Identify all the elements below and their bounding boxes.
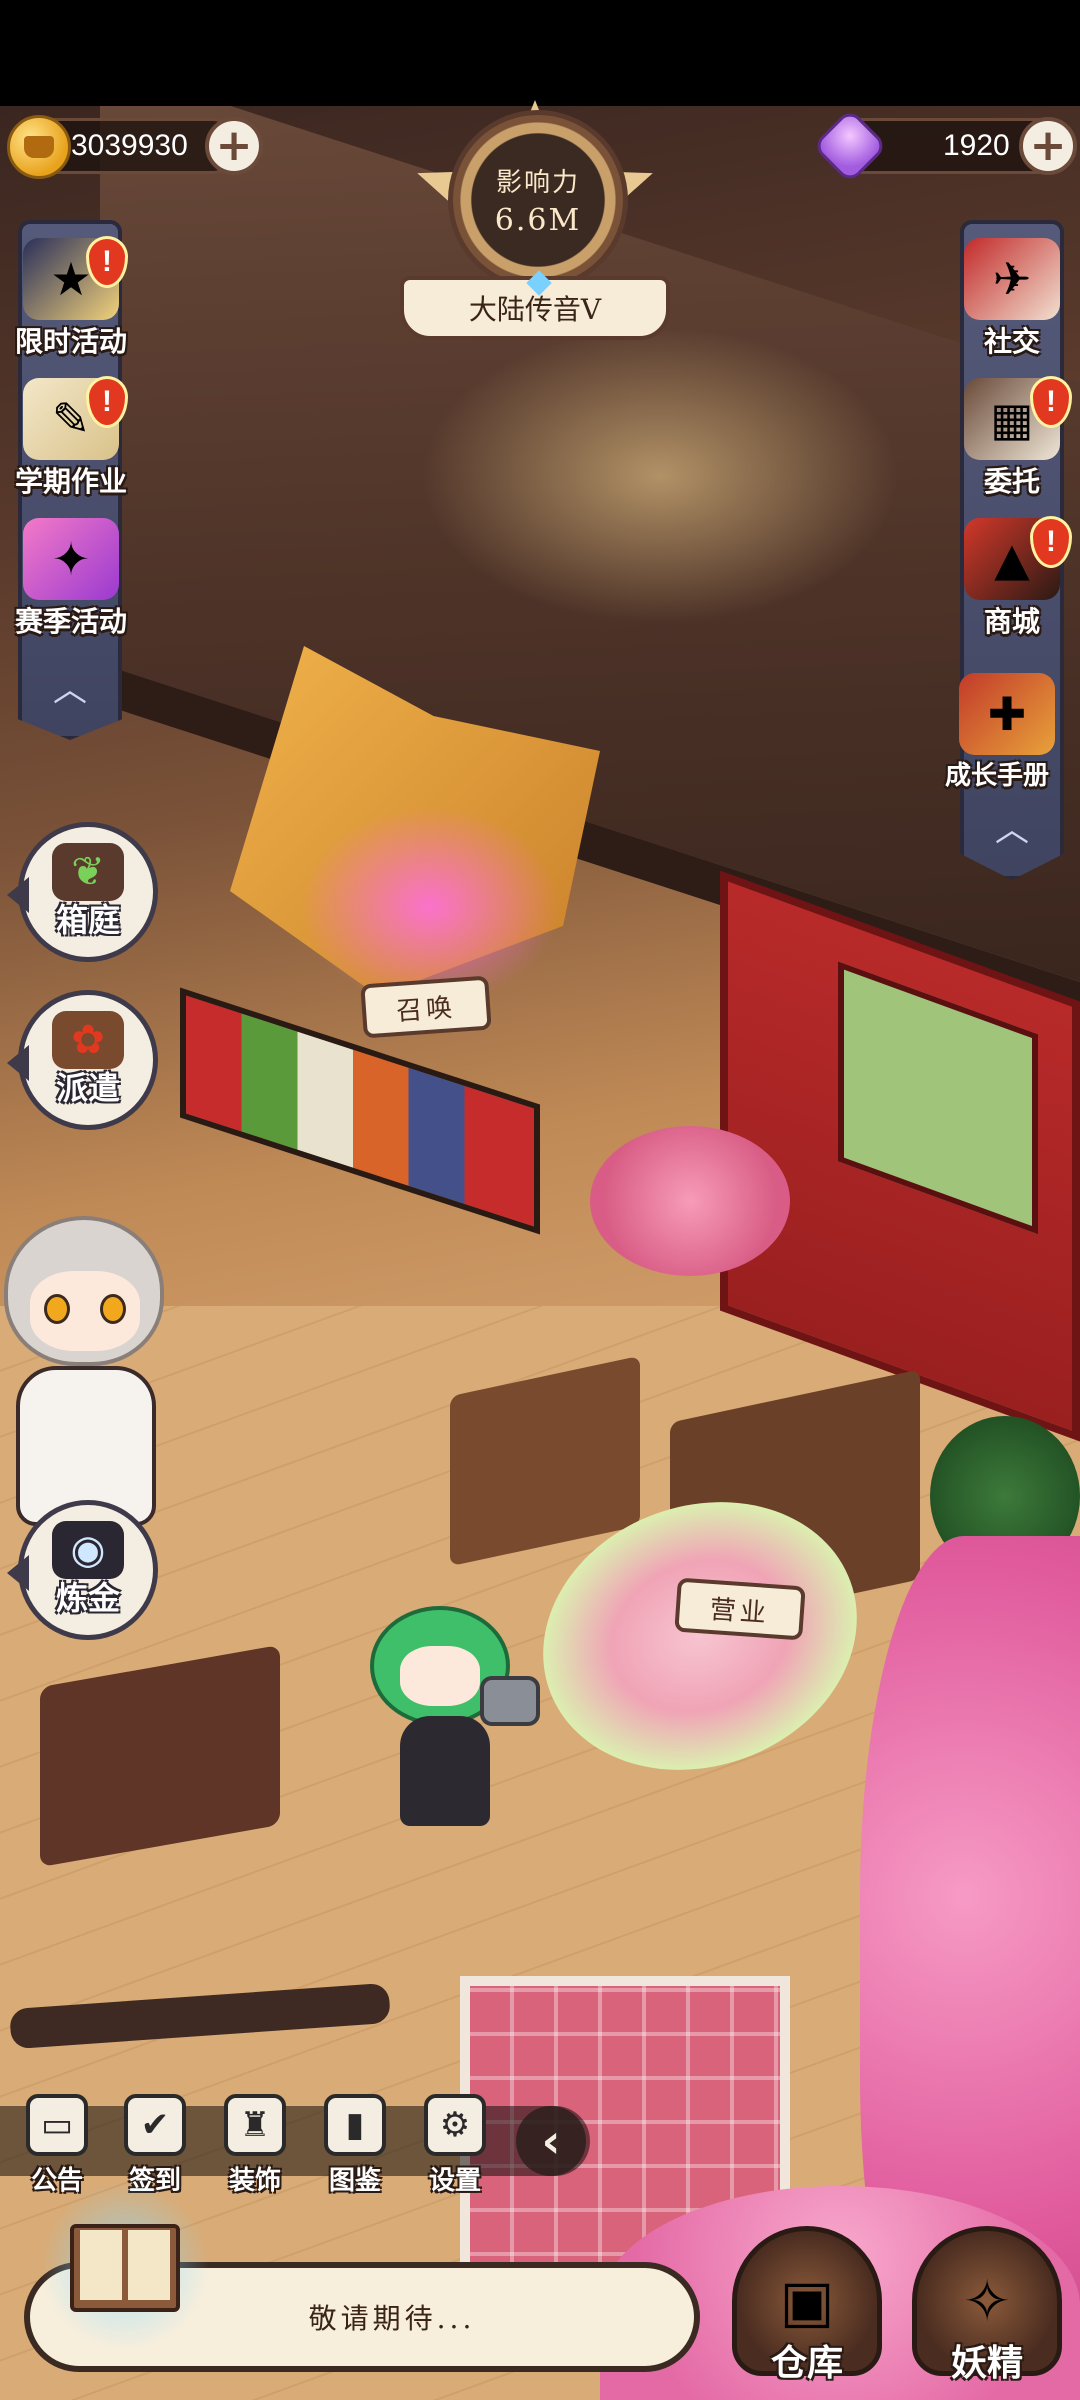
- summon-glow: [300, 806, 560, 1006]
- chevron-up-icon[interactable]: ︿: [985, 810, 1039, 850]
- cherry-flower-vase: [590, 1126, 790, 1276]
- green-hair-character[interactable]: [360, 1606, 560, 1846]
- character-eye: [44, 1294, 70, 1324]
- codex-label: 图鉴: [328, 2166, 381, 2196]
- season-event-button[interactable]: ✦ 赛季活动: [0, 508, 146, 640]
- add-coins-button[interactable]: +: [205, 117, 263, 175]
- influence-ring: 影响力 6.6M: [448, 110, 628, 290]
- add-gems-button[interactable]: +: [1019, 117, 1077, 175]
- codex-button[interactable]: ▮ 图鉴: [310, 2094, 400, 2204]
- influence-label: 影响力: [495, 168, 580, 198]
- semester-homework-label: 学期作业: [14, 465, 127, 498]
- settings-label: 设置: [428, 2166, 481, 2196]
- social-button[interactable]: ✈ 社交: [937, 228, 1080, 360]
- checkin-icon: ✔: [124, 2094, 186, 2156]
- character-face: [400, 1646, 480, 1706]
- open-book-icon[interactable]: [40, 2180, 210, 2350]
- influence-badge[interactable]: 影响力 6.6M 大陆传音V: [400, 100, 670, 350]
- shop-label: 商城: [983, 605, 1040, 638]
- lamp-light: [420, 326, 900, 626]
- growth-book-icon: ✚: [959, 673, 1055, 755]
- coin-icon: [7, 115, 71, 179]
- gear-icon: ⚙: [424, 2094, 486, 2156]
- settings-button[interactable]: ⚙ 设置: [410, 2094, 500, 2204]
- chat-message: 敬请期待...: [308, 2302, 476, 2335]
- fairy-label: 妖精: [950, 2343, 1023, 2384]
- collapse-toolbar-button[interactable]: ‹: [516, 2106, 586, 2176]
- season-event-label: 赛季活动: [14, 605, 127, 638]
- gems-bar: 1920 +: [811, 107, 1077, 185]
- notice-icon: ▭: [26, 2094, 88, 2156]
- dispatch-label: 派遣: [55, 1069, 120, 1107]
- alchemy-label: 炼金: [55, 1579, 120, 1617]
- gems-value: 1920: [943, 129, 1010, 162]
- character-eye: [100, 1294, 126, 1324]
- social-label: 社交: [983, 325, 1040, 358]
- flower-pot-icon: ✿: [52, 1011, 124, 1069]
- character-body: [400, 1716, 490, 1826]
- rank-text: 大陆传音V: [468, 293, 602, 326]
- garden-button[interactable]: ❦ 箱庭: [7, 822, 158, 962]
- window-view: [838, 961, 1038, 1235]
- coins-value: 3039930: [71, 129, 188, 162]
- limited-event-label: 限时活动: [14, 325, 127, 358]
- announcement-label: 公告: [30, 2166, 83, 2196]
- decoration-label: 装饰: [228, 2166, 281, 2196]
- decor-icon: ♜: [224, 2094, 286, 2156]
- book-icon: ▮: [324, 2094, 386, 2156]
- birds-icon: ✈: [964, 238, 1060, 320]
- game-scene[interactable]: [0, 106, 1080, 2400]
- fairy-button[interactable]: ✧ 妖精: [902, 2226, 1072, 2400]
- warehouse-label: 仓库: [770, 2343, 843, 2384]
- chevron-left-icon: ‹: [541, 2114, 561, 2168]
- business-label[interactable]: 营业: [674, 1577, 806, 1641]
- garden-label: 箱庭: [55, 901, 120, 939]
- coins-bar: 3039930 +: [7, 115, 263, 179]
- growth-handbook-button[interactable]: ✚ 成长手册: [937, 660, 1077, 792]
- growth-handbook-label: 成长手册: [944, 761, 1049, 791]
- alchemy-button[interactable]: ◉ 炼金: [7, 1500, 158, 1640]
- hammer-icon: [480, 1676, 540, 1726]
- sprout-box-icon: ❦: [52, 843, 124, 901]
- commission-label: 委托: [983, 465, 1040, 498]
- decoration-button[interactable]: ♜ 装饰: [210, 2094, 300, 2204]
- status-bar: [0, 0, 1080, 106]
- dispatch-button[interactable]: ✿ 派遣: [7, 990, 158, 1130]
- influence-value: 6.6M: [494, 203, 582, 238]
- warehouse-button[interactable]: ▣ 仓库: [722, 2226, 892, 2400]
- cauldron-icon: ◉: [52, 1521, 124, 1579]
- potion-sparkle-icon: ✦: [23, 518, 119, 600]
- summon-label[interactable]: 召唤: [360, 975, 492, 1039]
- chevron-up-icon[interactable]: ︿: [43, 670, 97, 710]
